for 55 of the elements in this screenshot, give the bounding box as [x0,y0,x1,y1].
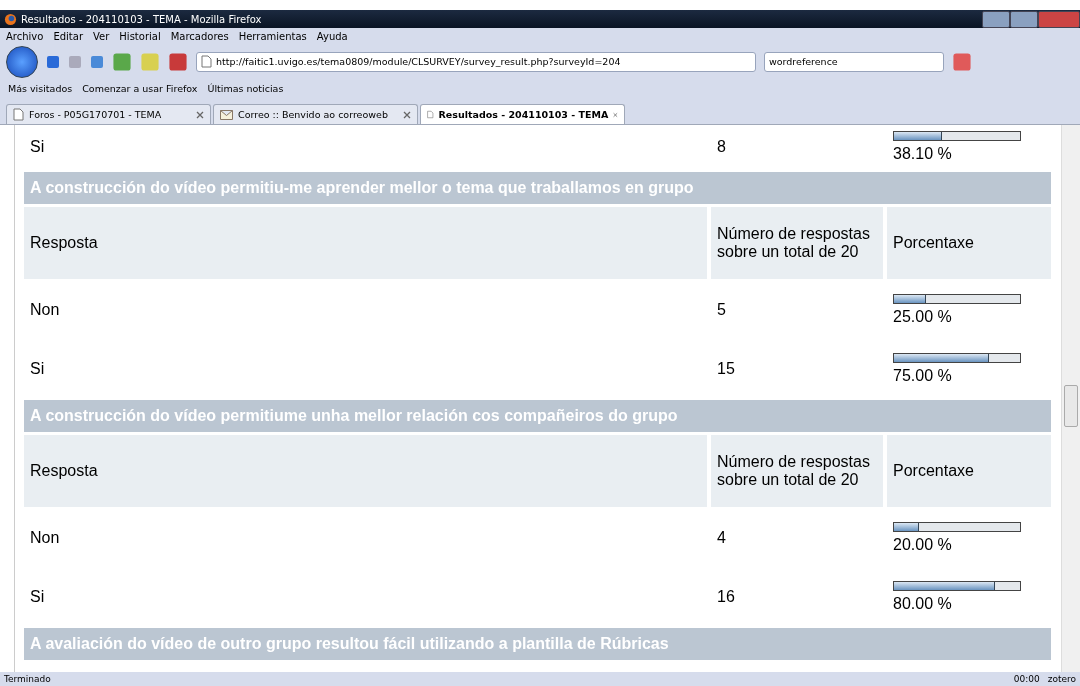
back-button[interactable] [6,45,38,78]
envelope-icon [220,109,233,120]
close-button[interactable] [1038,11,1080,28]
count-cell-text: 4 [716,528,727,548]
page-icon [13,108,24,121]
count-cell-text: 5 [716,300,727,320]
menu-item[interactable]: Archivo [6,31,44,42]
question-header: A avaliación do vídeo de outro grupo resultou fácil utilizando a plantilla de Rúbricas [24,628,1051,660]
firefox-icon [4,12,17,26]
menu-item[interactable]: Marcadores [170,31,229,42]
count-cell-text: 15 [716,359,736,379]
close-icon[interactable] [196,110,204,119]
answer-cell-text: Si [29,587,46,607]
minimize-button[interactable] [982,11,1010,28]
bookmark-item[interactable]: Más visitados [8,82,73,94]
status-text: Terminado [4,674,51,684]
percent-text: 75.00 % [893,367,953,385]
percent-text: 20.00 % [893,536,953,554]
count-cell-text: 16 [716,587,736,607]
percent-text: 38.10 % [893,145,953,163]
page-icon [427,108,434,121]
menu-item[interactable]: Ayuda [316,31,348,42]
answer-cell-text: Non [29,528,61,548]
browser-tab[interactable]: Foros - P05G170701 - TEMA [6,104,211,124]
addon-label: zotero [1047,674,1076,684]
answer-cell-text: Si [29,137,46,157]
menu-item[interactable]: Historial [119,31,161,42]
window-title: Resultados - 204110103 - TEMA - Mozilla Firefox [21,13,262,25]
question-header: A construcción do vídeo permitiu-me aprender mellor o tema que traballamos en grupo [24,172,1051,204]
time-text: 00:00 [1013,674,1040,684]
menu-item[interactable]: Herramientas [238,31,307,42]
search-field[interactable]: wordreference [764,51,944,72]
bookmark-item[interactable]: Últimas noticias [207,82,284,94]
question-header: A construcción do vídeo permitiume unha mellor relación cos compañeiros do grupo [24,400,1051,432]
column-header: Número de respostas sobre un total de 20 [711,435,883,507]
page-icon [201,55,212,68]
browser-tab[interactable]: Correo :: Benvido ao correoweb [213,104,418,124]
column-header: Porcentaxe [887,435,1051,507]
column-header: Número de respostas sobre un total de 20 [711,207,883,279]
percent-text: 25.00 % [893,308,953,326]
answer-cell-text: Non [29,300,61,320]
count-cell-text: 8 [716,137,727,157]
address-field[interactable]: http://faitic1.uvigo.es/tema0809/module/CLSURVEY/survey_result.php?surveyId=204 [196,51,756,72]
bookmark-item[interactable]: Comenzar a usar Firefox [82,82,198,94]
column-header: Resposta [24,435,707,507]
percent-text: 80.00 % [893,595,953,613]
menu-item[interactable]: Editar [53,31,83,42]
answer-cell-text: Si [29,359,46,379]
maximize-button[interactable] [1010,11,1038,28]
close-icon[interactable] [403,110,411,119]
menu-item[interactable]: Ver [93,31,110,42]
close-icon[interactable] [613,110,618,119]
column-header: Resposta [24,207,707,279]
column-header: Porcentaxe [887,207,1051,279]
browser-tab[interactable]: Resultados - 204110103 - TEMA [420,104,625,124]
